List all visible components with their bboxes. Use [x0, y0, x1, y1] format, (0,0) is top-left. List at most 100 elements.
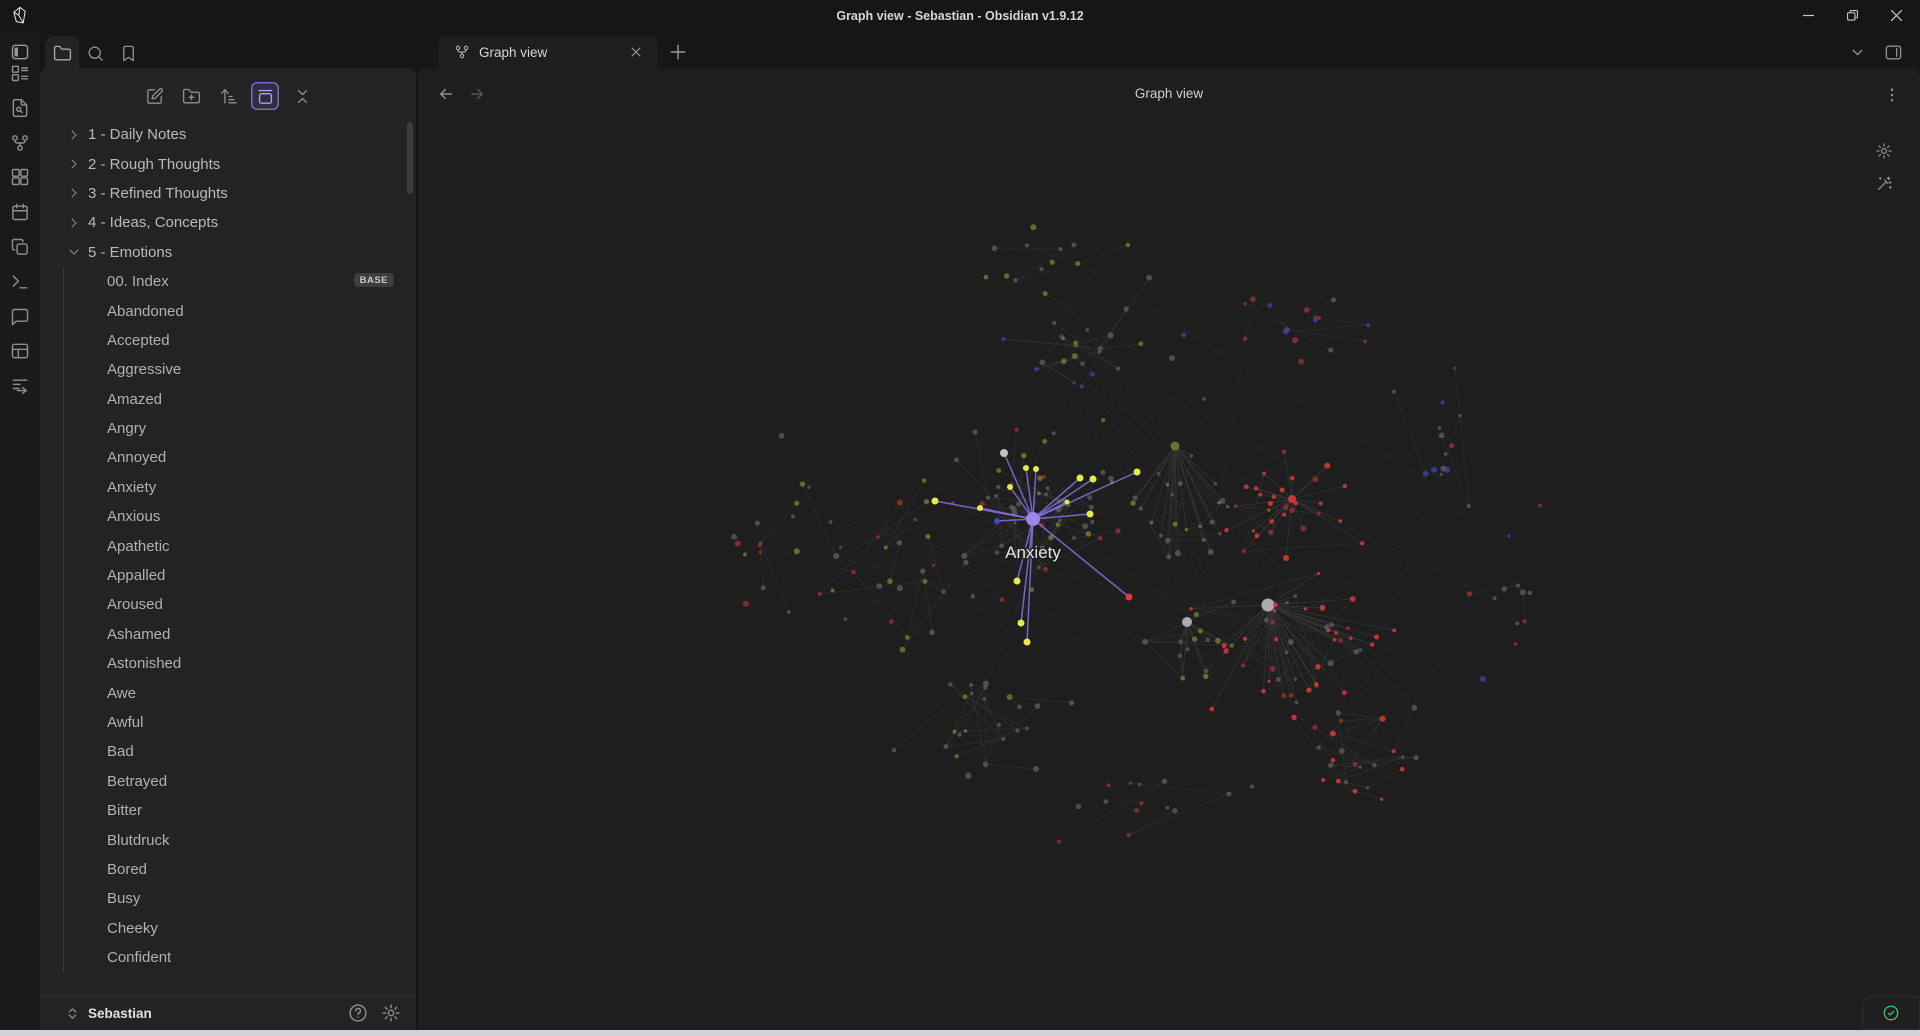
- file-label: Amazed: [107, 391, 162, 408]
- help-button[interactable]: [348, 1003, 368, 1023]
- base-badge: BASE: [354, 273, 394, 287]
- file-label: Appalled: [107, 567, 165, 584]
- file-label: Aroused: [107, 596, 163, 613]
- file-label: Apathetic: [107, 538, 170, 555]
- chevron-right-icon: [66, 156, 82, 172]
- tab-list-chevron-icon[interactable]: [1849, 44, 1866, 61]
- file-label: Angry: [107, 420, 146, 437]
- chevrons-up-down-icon: [65, 1006, 80, 1021]
- status-bar: [1862, 996, 1920, 1030]
- file-item[interactable]: Bored: [64, 855, 416, 884]
- file-item[interactable]: Aroused: [64, 590, 416, 619]
- settings-button[interactable]: [381, 1003, 401, 1023]
- folder-label: 1 - Daily Notes: [88, 126, 186, 143]
- tab-graph-view[interactable]: Graph view: [438, 36, 658, 68]
- file-label: Bored: [107, 861, 147, 878]
- layout-grid-icon[interactable]: [10, 167, 30, 187]
- file-label: Bitter: [107, 802, 142, 819]
- tab-title: Graph view: [479, 45, 628, 60]
- obsidian-window: Graph view - Sebastian - Obsidian v1.9.1…: [0, 0, 1920, 1036]
- sync-status-icon[interactable]: [1882, 1004, 1900, 1022]
- back-button[interactable]: [437, 85, 455, 103]
- chevron-right-icon: [66, 185, 82, 201]
- file-label: Betrayed: [107, 773, 167, 790]
- file-label: Astonished: [107, 655, 181, 672]
- folder-label: 4 - Ideas, Concepts: [88, 214, 218, 231]
- chevron-right-icon: [66, 127, 82, 143]
- new-note-button[interactable]: [140, 82, 168, 110]
- sidebar-tab-folder[interactable]: [45, 36, 79, 70]
- layout-list-icon[interactable]: [10, 63, 30, 83]
- terminal-icon[interactable]: [10, 272, 30, 292]
- file-item[interactable]: Angry: [64, 414, 416, 443]
- restore-button[interactable]: [1830, 0, 1874, 30]
- chevron-down-icon: [66, 244, 82, 260]
- file-label: Cheeky: [107, 920, 158, 937]
- folder-item[interactable]: 4 - Ideas, Concepts: [40, 208, 416, 237]
- new-tab-button[interactable]: [668, 42, 688, 62]
- copy-icon[interactable]: [10, 237, 30, 257]
- tab-close-icon[interactable]: [628, 44, 644, 60]
- file-label: Busy: [107, 890, 140, 907]
- file-label: Blutdruck: [107, 832, 170, 849]
- folder-item[interactable]: 5 - Emotions: [40, 238, 416, 267]
- file-item[interactable]: 00. IndexBASE: [64, 267, 416, 296]
- calendar-icon[interactable]: [10, 202, 30, 222]
- new-folder-button[interactable]: [177, 82, 205, 110]
- file-search-icon[interactable]: [10, 98, 30, 118]
- file-item[interactable]: Betrayed: [64, 767, 416, 796]
- table-icon[interactable]: [10, 341, 30, 361]
- folder-item[interactable]: 3 - Refined Thoughts: [40, 179, 416, 208]
- close-button[interactable]: [1874, 0, 1918, 30]
- right-sidebar-toggle-icon[interactable]: [1884, 43, 1903, 62]
- file-label: Annoyed: [107, 449, 166, 466]
- file-item[interactable]: Bitter: [64, 796, 416, 825]
- graph-canvas[interactable]: Anxiety: [418, 120, 1920, 1030]
- file-item[interactable]: Anxiety: [64, 473, 416, 502]
- file-item[interactable]: Annoyed: [64, 443, 416, 472]
- explorer-toolbar: [40, 78, 416, 114]
- graph-icon[interactable]: [10, 133, 30, 153]
- title-bar: Graph view - Sebastian - Obsidian v1.9.1…: [0, 0, 1920, 32]
- file-item[interactable]: Awe: [64, 678, 416, 707]
- folder-item[interactable]: 2 - Rough Thoughts: [40, 149, 416, 178]
- file-label: Anxiety: [107, 479, 156, 496]
- file-item[interactable]: Bad: [64, 737, 416, 766]
- file-item[interactable]: Busy: [64, 884, 416, 913]
- collapse-all-button[interactable]: [288, 82, 316, 110]
- file-item[interactable]: Astonished: [64, 649, 416, 678]
- screen-edge-strip: [0, 1030, 1920, 1036]
- folder-item[interactable]: 1 - Daily Notes: [40, 120, 416, 149]
- file-item[interactable]: Accepted: [64, 326, 416, 355]
- panel-frame-button[interactable]: [251, 82, 279, 110]
- sort-button[interactable]: [214, 82, 242, 110]
- file-label: Awful: [107, 714, 143, 731]
- file-label: Anxious: [107, 508, 160, 525]
- file-item[interactable]: Appalled: [64, 561, 416, 590]
- sidebar-scrollbar[interactable]: [407, 122, 413, 194]
- sidebar-tab-search[interactable]: [78, 36, 112, 70]
- sidebar-tab-bookmark[interactable]: [111, 36, 145, 70]
- more-options-icon[interactable]: [1883, 86, 1901, 104]
- file-item[interactable]: Blutdruck: [64, 825, 416, 854]
- vault-switcher[interactable]: Sebastian: [40, 995, 416, 1030]
- left-sidebar-toggle-icon[interactable]: [10, 42, 30, 62]
- file-item[interactable]: Anxious: [64, 502, 416, 531]
- file-item[interactable]: Amazed: [64, 385, 416, 414]
- folder-label: 2 - Rough Thoughts: [88, 156, 220, 173]
- file-import-icon[interactable]: [10, 376, 30, 396]
- message-icon[interactable]: [10, 307, 30, 327]
- folder-children: 00. IndexBASEAbandonedAcceptedAggressive…: [63, 267, 416, 972]
- graph-icon: [454, 44, 470, 60]
- file-item[interactable]: Aggressive: [64, 355, 416, 384]
- file-item[interactable]: Confident: [64, 943, 416, 972]
- file-item[interactable]: Awful: [64, 708, 416, 737]
- file-item[interactable]: Cheeky: [64, 914, 416, 943]
- graph-node-label[interactable]: Anxiety: [1005, 543, 1061, 562]
- file-item[interactable]: Abandoned: [64, 296, 416, 325]
- file-item[interactable]: Apathetic: [64, 531, 416, 560]
- vault-name: Sebastian: [88, 1006, 152, 1021]
- minimize-button[interactable]: [1786, 0, 1830, 30]
- file-item[interactable]: Ashamed: [64, 620, 416, 649]
- forward-button[interactable]: [468, 85, 486, 103]
